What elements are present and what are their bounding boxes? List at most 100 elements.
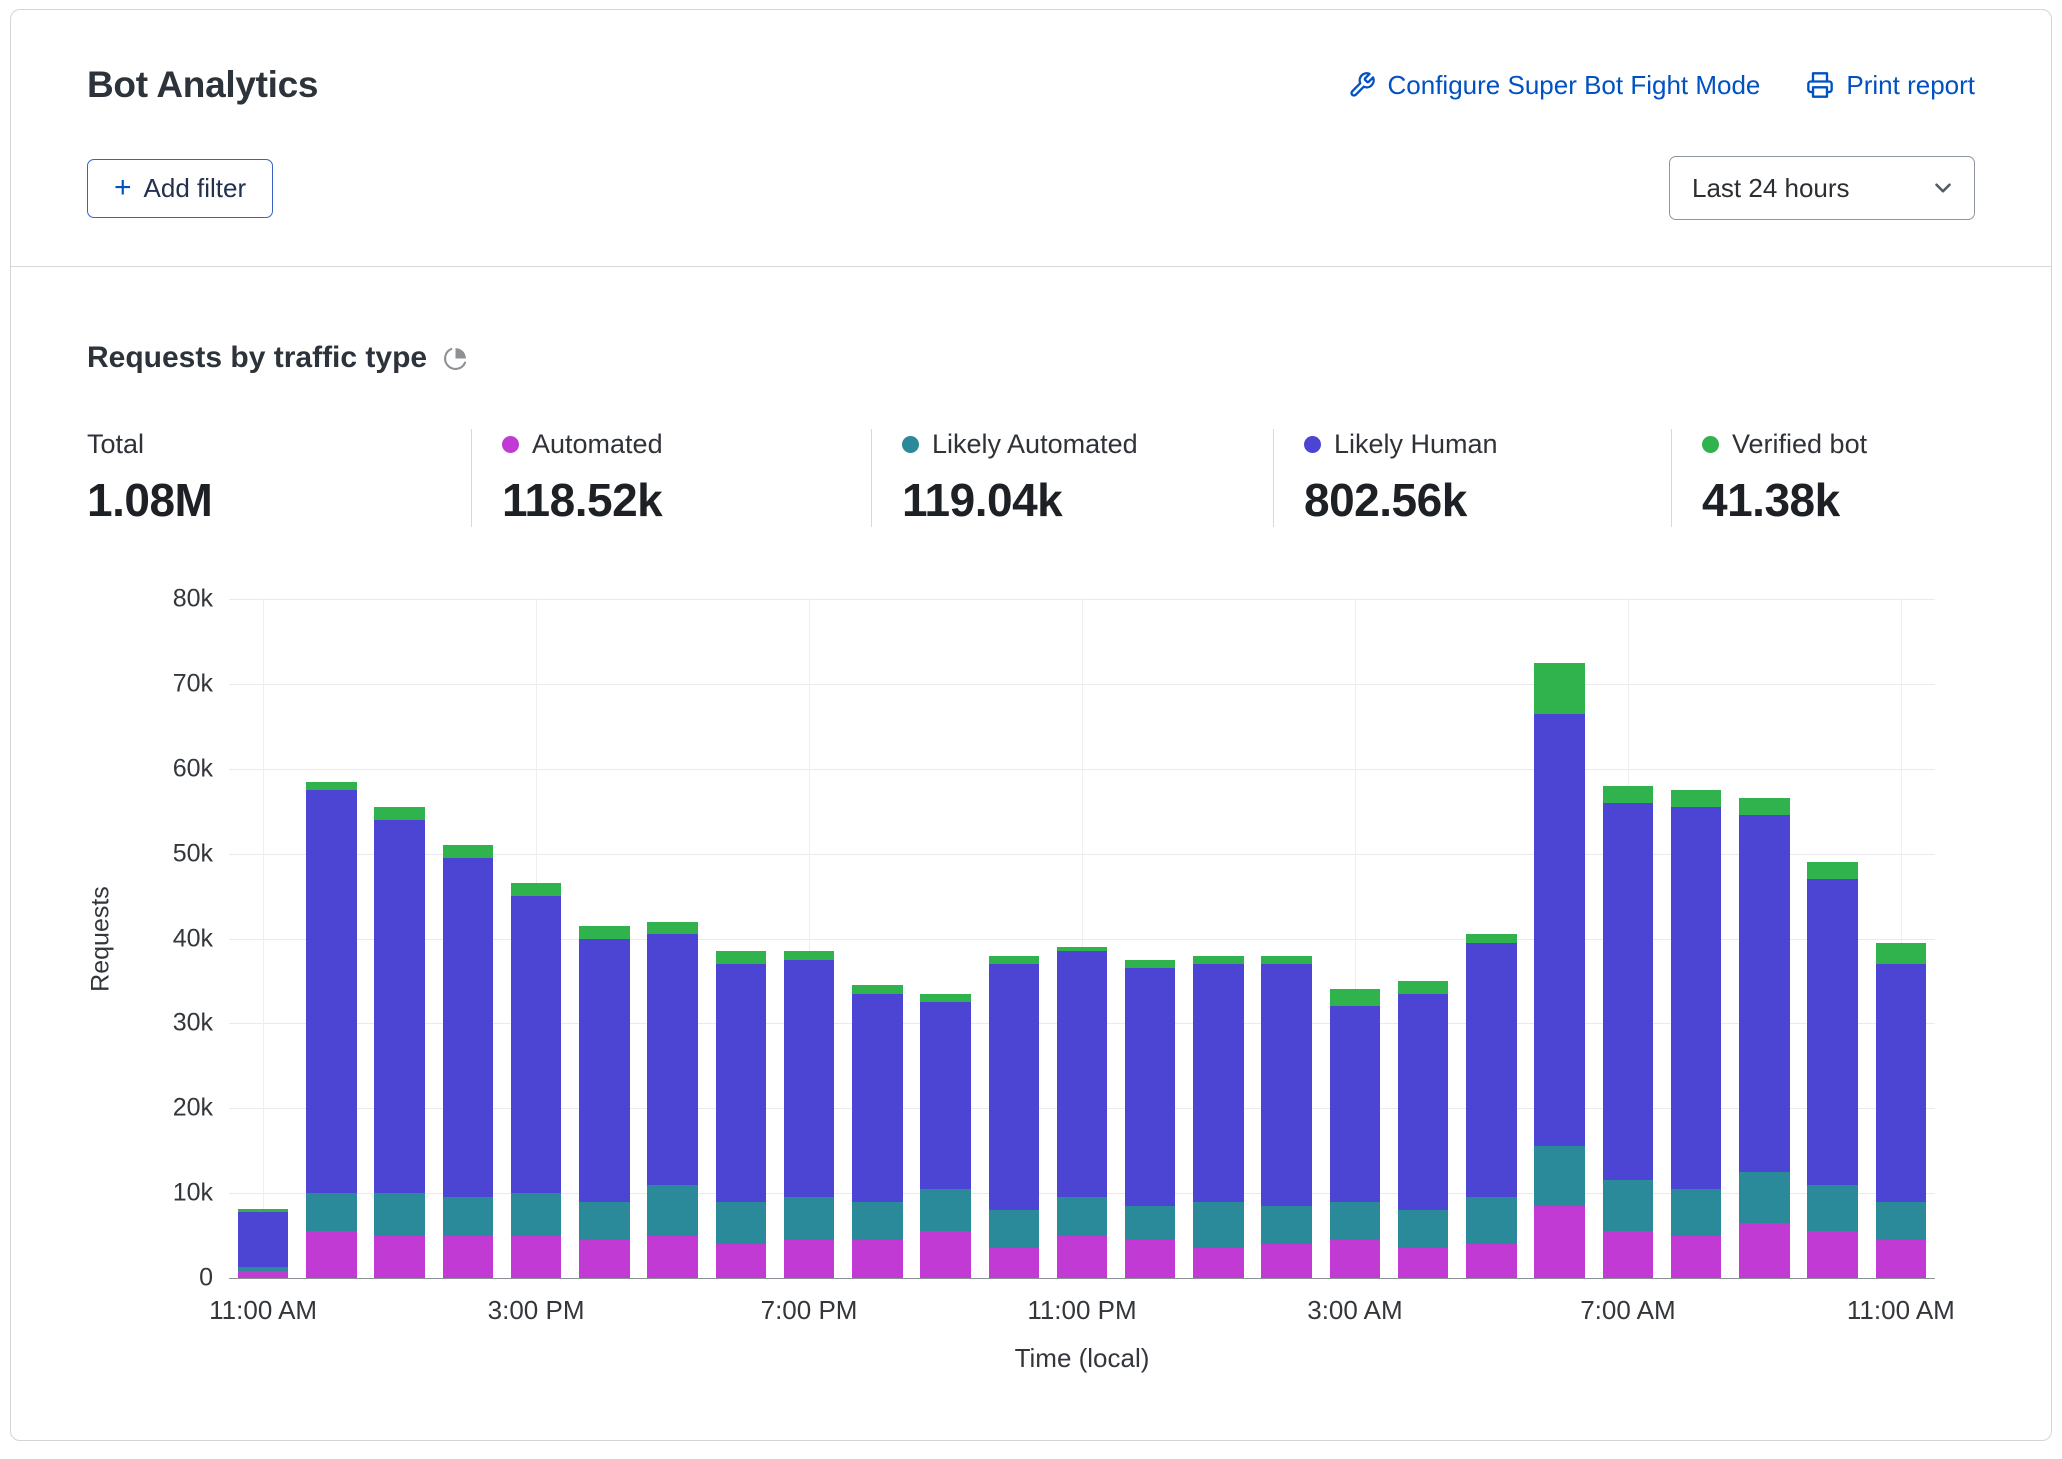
automated-segment (1466, 1244, 1516, 1278)
likely-human-segment (1057, 951, 1107, 1197)
likely-automated-segment (1057, 1197, 1107, 1235)
likely-automated-segment (1125, 1206, 1175, 1240)
verified-bot-segment (374, 807, 424, 820)
y-tick-label: 30k (173, 1009, 213, 1038)
stacked-bar (1057, 947, 1107, 1278)
verified-bot-segment (852, 985, 902, 993)
legend-dot-likely-human (1304, 436, 1321, 453)
stat-value: 118.52k (502, 473, 851, 527)
plus-icon (114, 176, 132, 200)
likely-automated-segment (784, 1197, 834, 1239)
stat-value: 41.38k (1702, 473, 1867, 527)
likely-human-segment (1261, 964, 1311, 1206)
verified-bot-segment (443, 845, 493, 858)
likely-human-segment (1739, 815, 1789, 1171)
stacked-bar (1807, 862, 1857, 1278)
stacked-bar (1876, 943, 1926, 1278)
stacked-bar (511, 883, 561, 1278)
likely-automated-segment (1193, 1202, 1243, 1249)
stacked-bar (1261, 956, 1311, 1279)
automated-segment (1330, 1240, 1380, 1278)
wrench-icon (1348, 71, 1376, 99)
likely-human-segment (1534, 714, 1584, 1147)
likely-human-segment (1603, 803, 1653, 1181)
y-tick-label: 60k (173, 754, 213, 783)
automated-segment (1739, 1223, 1789, 1278)
likely-automated-segment (1739, 1172, 1789, 1223)
stacked-bar (443, 845, 493, 1278)
automated-segment (1603, 1231, 1653, 1278)
automated-segment (716, 1244, 766, 1278)
stacked-bar (989, 956, 1039, 1279)
likely-human-segment (1193, 964, 1243, 1202)
likely-human-segment (852, 994, 902, 1202)
stacked-bar (238, 1209, 288, 1278)
stacked-bar (1398, 981, 1448, 1278)
automated-segment (443, 1236, 493, 1278)
likely-automated-segment (1603, 1180, 1653, 1231)
verified-bot-segment (989, 956, 1039, 964)
likely-human-segment (1330, 1006, 1380, 1201)
likely-automated-segment (1330, 1202, 1380, 1240)
likely-human-segment (920, 1002, 970, 1189)
automated-segment (1671, 1236, 1721, 1278)
likely-automated-segment (1807, 1185, 1857, 1232)
time-range-select[interactable]: Last 24 hours (1669, 156, 1975, 220)
likely-automated-segment (989, 1210, 1039, 1248)
stat-label: Verified bot (1732, 429, 1867, 460)
stacked-bar (920, 994, 970, 1278)
automated-segment (1057, 1236, 1107, 1278)
verified-bot-segment (1603, 786, 1653, 803)
configure-super-bot-fight-mode-link[interactable]: Configure Super Bot Fight Mode (1348, 70, 1761, 101)
stacked-bar (852, 985, 902, 1278)
chart-plot-area: Requests Time (local) 010k20k30k40k50k60… (229, 599, 1935, 1279)
automated-segment (1534, 1206, 1584, 1278)
automated-segment (1193, 1248, 1243, 1278)
verified-bot-segment (1739, 798, 1789, 815)
automated-segment (647, 1236, 697, 1278)
likely-human-segment (374, 820, 424, 1193)
add-filter-button[interactable]: Add filter (87, 159, 273, 218)
likely-automated-segment (1466, 1197, 1516, 1244)
likely-human-segment (1671, 807, 1721, 1189)
verified-bot-segment (647, 922, 697, 935)
y-tick-label: 70k (173, 669, 213, 698)
automated-segment (1876, 1240, 1926, 1278)
x-tick-label: 11:00 AM (209, 1295, 317, 1326)
verified-bot-segment (1534, 663, 1584, 714)
verified-bot-segment (1807, 862, 1857, 879)
likely-automated-segment (306, 1193, 356, 1231)
likely-human-segment (1876, 964, 1926, 1202)
likely-automated-segment (1398, 1210, 1448, 1248)
stacked-bar (1125, 960, 1175, 1278)
likely-automated-segment (1671, 1189, 1721, 1236)
likely-automated-segment (579, 1202, 629, 1240)
verified-bot-segment (784, 951, 834, 959)
likely-automated-segment (1534, 1146, 1584, 1205)
verified-bot-segment (1125, 960, 1175, 968)
likely-human-segment (1398, 994, 1448, 1210)
card-header: Bot Analytics Configure Super Bot Fight … (11, 10, 2051, 267)
configure-link-label: Configure Super Bot Fight Mode (1388, 70, 1761, 101)
automated-segment (1125, 1240, 1175, 1278)
likely-automated-segment (1876, 1202, 1926, 1240)
likely-automated-segment (374, 1193, 424, 1235)
likely-human-segment (1125, 968, 1175, 1206)
stacked-bar (1739, 798, 1789, 1278)
stacked-bar (1534, 663, 1584, 1278)
chevron-down-icon (1930, 175, 1956, 201)
likely-human-segment (1807, 879, 1857, 1185)
x-tick-label: 11:00 AM (1847, 1295, 1955, 1326)
stacked-bar (784, 951, 834, 1278)
likely-automated-segment (920, 1189, 970, 1231)
stat-verified-bot: Verified bot 41.38k (1671, 429, 1887, 527)
stat-label: Total (87, 429, 144, 460)
y-tick-label: 40k (173, 924, 213, 953)
stat-value: 1.08M (87, 473, 451, 527)
print-report-link[interactable]: Print report (1806, 70, 1975, 101)
verified-bot-segment (716, 951, 766, 964)
stacked-bar (306, 782, 356, 1279)
verified-bot-segment (1398, 981, 1448, 994)
stat-value: 802.56k (1304, 473, 1651, 527)
likely-automated-segment (511, 1193, 561, 1235)
